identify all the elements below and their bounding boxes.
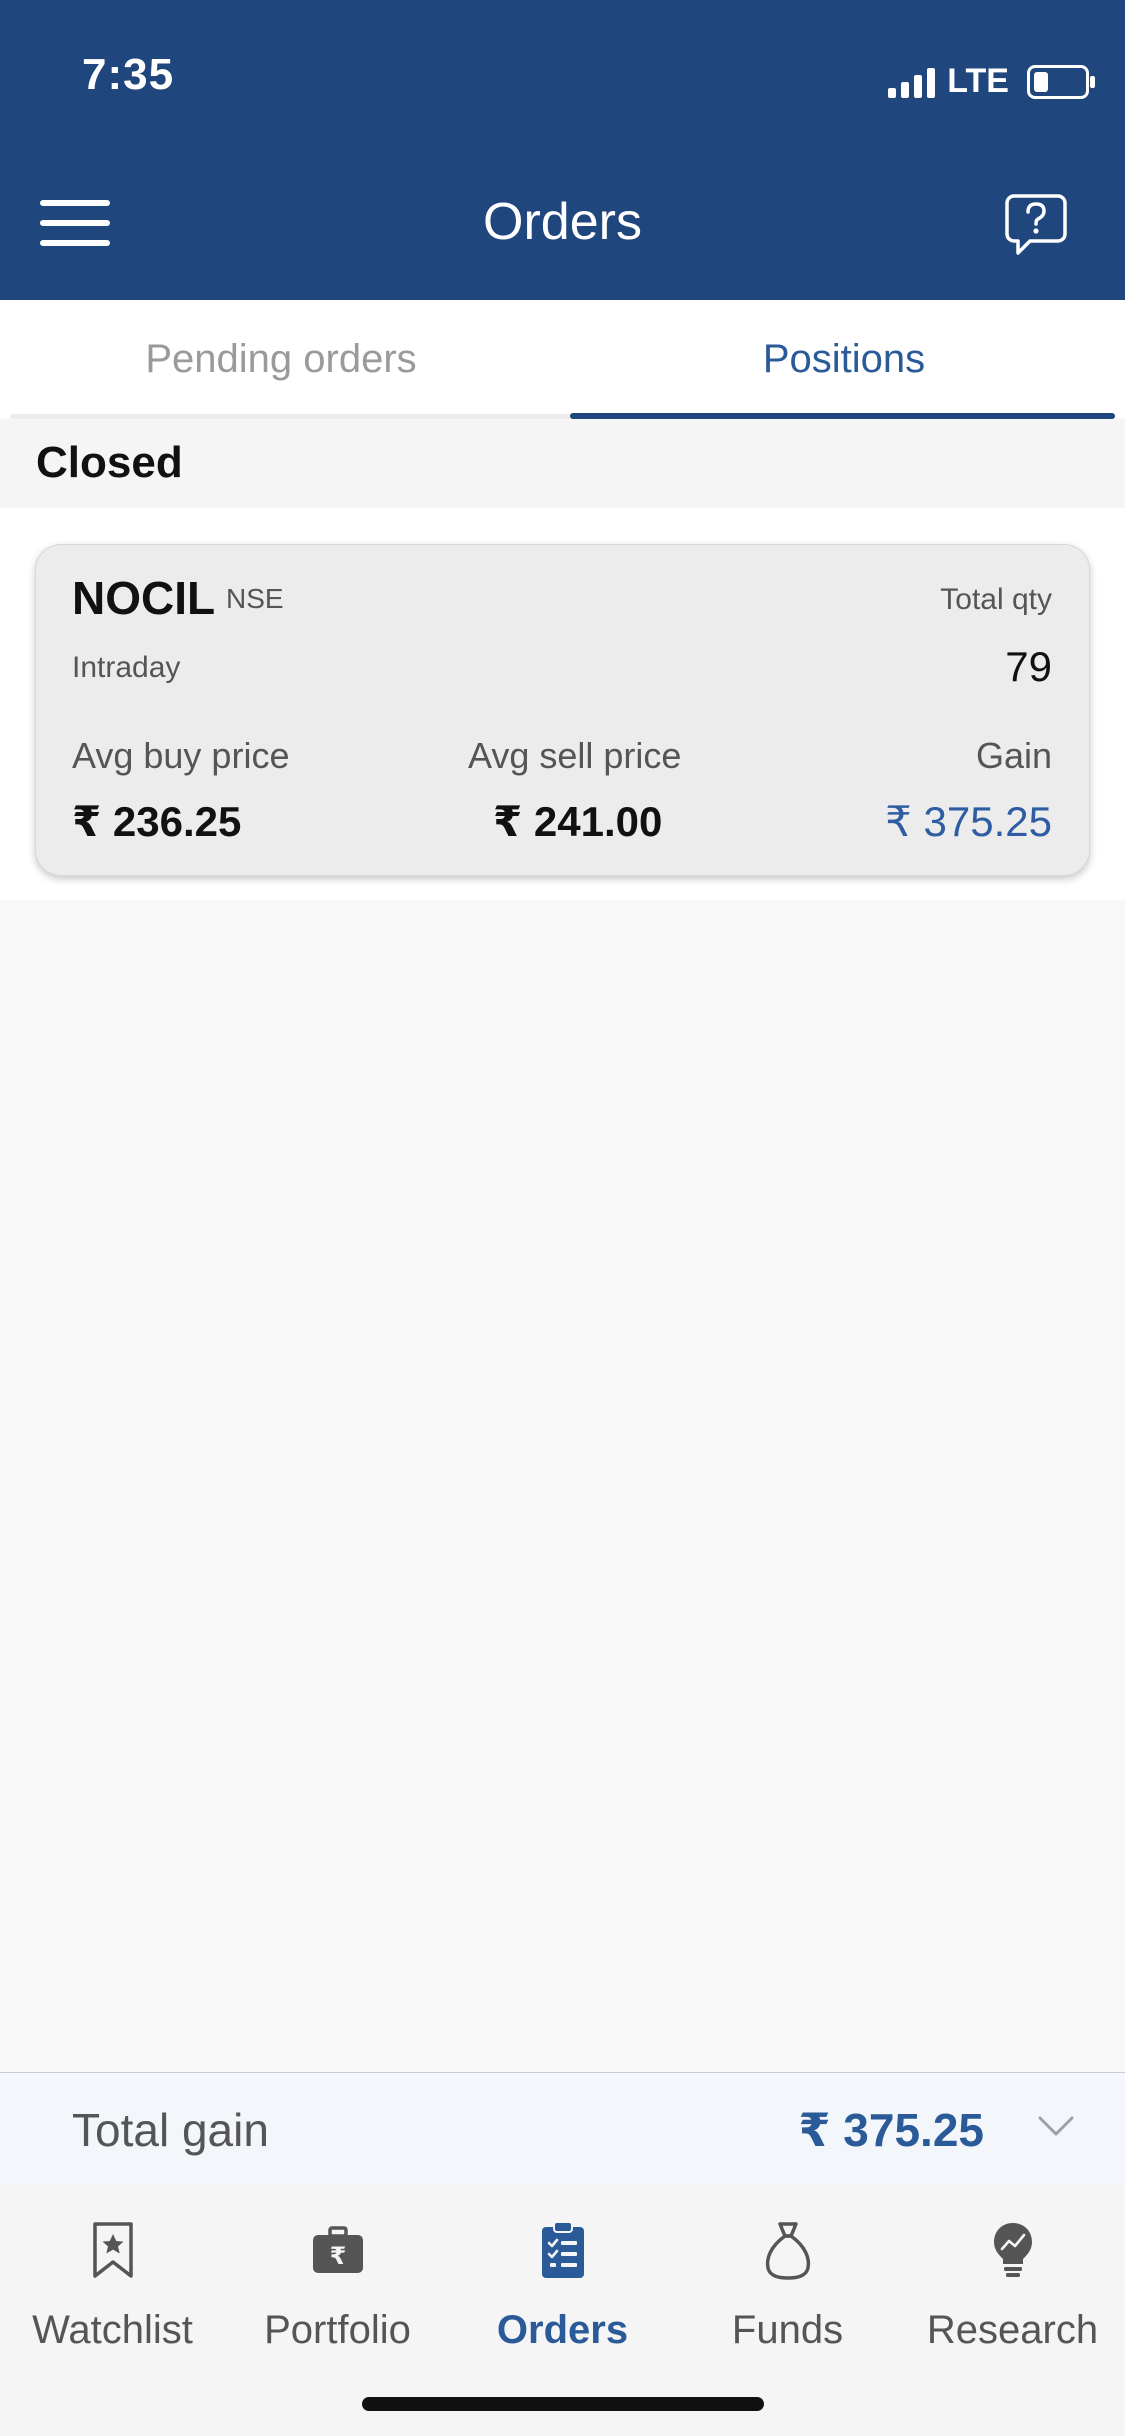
status-indicators: LTE xyxy=(888,62,1095,101)
page-title: Orders xyxy=(483,193,642,251)
clipboard-list-icon xyxy=(450,2214,675,2286)
nav-watchlist[interactable]: Watchlist xyxy=(0,2214,225,2352)
nav-funds-label: Funds xyxy=(731,2308,844,2352)
position-card[interactable]: NOCIL NSE Intraday Total qty 79 Avg buy … xyxy=(35,544,1090,876)
avg-sell-label: Avg sell price xyxy=(468,735,682,776)
order-tabs: Pending orders Positions xyxy=(0,300,1125,418)
lightbulb-chart-icon xyxy=(900,2214,1125,2286)
nav-watchlist-label: Watchlist xyxy=(32,2308,193,2352)
gain-label: Gain xyxy=(975,735,1052,776)
nav-research-label: Research xyxy=(926,2308,1099,2352)
tab-positions[interactable]: Positions xyxy=(563,300,1125,418)
total-gain-value: ₹ 375.25 xyxy=(798,2104,984,2156)
tab-pending-orders[interactable]: Pending orders xyxy=(0,300,562,418)
total-qty-value: 79 xyxy=(1005,643,1052,690)
app-header: 7:35 LTE Orders xyxy=(0,0,1125,300)
total-gain-label: Total gain xyxy=(72,2104,269,2156)
section-header: Closed xyxy=(0,420,1125,508)
position-exchange: NSE xyxy=(226,583,284,614)
money-bag-icon xyxy=(675,2214,900,2286)
nav-portfolio[interactable]: ₹ Portfolio xyxy=(225,2214,450,2352)
active-tab-indicator xyxy=(570,413,1115,419)
signal-icon xyxy=(888,66,936,98)
home-indicator[interactable] xyxy=(362,2397,764,2411)
positions-list: NOCIL NSE Intraday Total qty 79 Avg buy … xyxy=(0,508,1125,900)
nav-funds[interactable]: Funds xyxy=(675,2214,900,2352)
section-title: Closed xyxy=(36,438,183,487)
chevron-down-icon[interactable] xyxy=(1038,2115,1074,2137)
nav-orders-label: Orders xyxy=(496,2308,629,2352)
avg-buy-label: Avg buy price xyxy=(72,735,290,776)
position-product-type: Intraday xyxy=(72,651,181,684)
battery-icon xyxy=(1027,64,1095,99)
network-type: LTE xyxy=(947,62,1009,100)
total-gain-bar[interactable]: Total gain ₹ 375.25 xyxy=(0,2072,1125,2185)
svg-text:₹: ₹ xyxy=(329,2242,346,2270)
nav-portfolio-label: Portfolio xyxy=(264,2308,411,2352)
gain-value: ₹ 375.25 xyxy=(885,798,1052,845)
avg-buy-value: ₹ 236.25 xyxy=(72,798,242,845)
avg-sell-value: ₹ 241.00 xyxy=(493,798,663,845)
briefcase-rupee-icon: ₹ xyxy=(225,2214,450,2286)
position-symbol: NOCIL xyxy=(72,572,216,624)
nav-orders[interactable]: Orders xyxy=(450,2214,675,2352)
bookmark-star-icon xyxy=(0,2214,225,2286)
total-qty-label: Total qty xyxy=(940,583,1052,616)
nav-research[interactable]: Research xyxy=(900,2214,1125,2352)
help-chat-icon[interactable] xyxy=(1004,192,1068,258)
status-time: 7:35 xyxy=(82,50,175,99)
